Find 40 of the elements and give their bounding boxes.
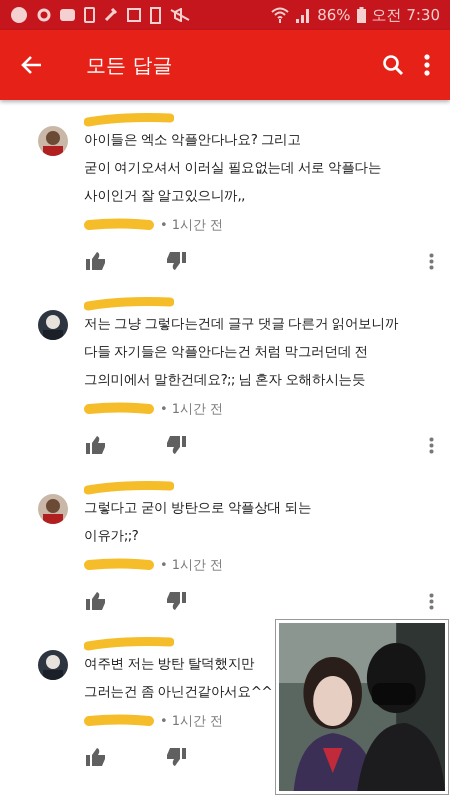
app-icon [10,6,28,24]
redaction-mark [84,401,154,417]
redaction-mark [84,557,154,573]
tablet-icon [150,6,161,24]
thumbs-up-icon [86,436,106,454]
comment-time: • 1시간 전 [160,217,224,234]
redaction-mark [84,217,154,233]
back-arrow-icon [20,55,42,75]
wrench-icon [104,8,118,22]
ring-icon [37,8,51,22]
signal-icon [295,7,312,23]
comment-text: 그렇다고 굳이 방탄으로 악플상대 되는 이유가;;? [84,499,312,546]
more-icon [429,252,434,270]
redaction-mark [84,713,154,729]
thumbs-down-icon [166,252,186,270]
more-icon [424,54,430,76]
comment-time: • 1시간 전 [160,401,224,418]
more-icon [429,592,434,610]
thumbs-up-icon [86,748,106,766]
comment-text: 저는 그냥 그렇다는건데 글구 댓글 다른거 읽어보니까 다들 자기들은 악플안다는건 처럼 막그러던데 전 그의미에서 말한건데요?;; 님 혼자 오해하시는듯 [84,315,398,390]
comment-time: • 1시간 전 [160,713,224,730]
clock: 오전 7:30 [372,6,440,24]
thumbs-down-icon [166,436,186,454]
screen-title: 모든 답글 [86,52,174,78]
thumbs-up-icon [86,252,106,270]
comment-text: 여주변 저는 방탄 탈덕했지만 그러는건 좀 아닌건같아서요^^ [84,655,272,702]
wifi-icon [271,7,290,23]
battery-percent: 86% [317,6,351,24]
comment-time: • 1시간 전 [160,557,224,574]
comment-text: 아이들은 엑소 악플안다나요? 그리고 굳이 여기오셔서 이러실 필요없는데 서로 악플다는 사이인거 잘 알고있으니까,, [84,131,382,206]
battery-icon [356,7,366,23]
phone-icon [84,7,95,23]
image-icon [127,8,141,22]
thumbs-down-icon [166,748,186,766]
thumbs-up-icon [86,592,106,610]
more-icon [429,436,434,454]
cloud-icon [60,9,75,21]
search-icon [382,54,404,76]
thumbs-down-icon [166,592,186,610]
mute-icon [170,8,190,22]
